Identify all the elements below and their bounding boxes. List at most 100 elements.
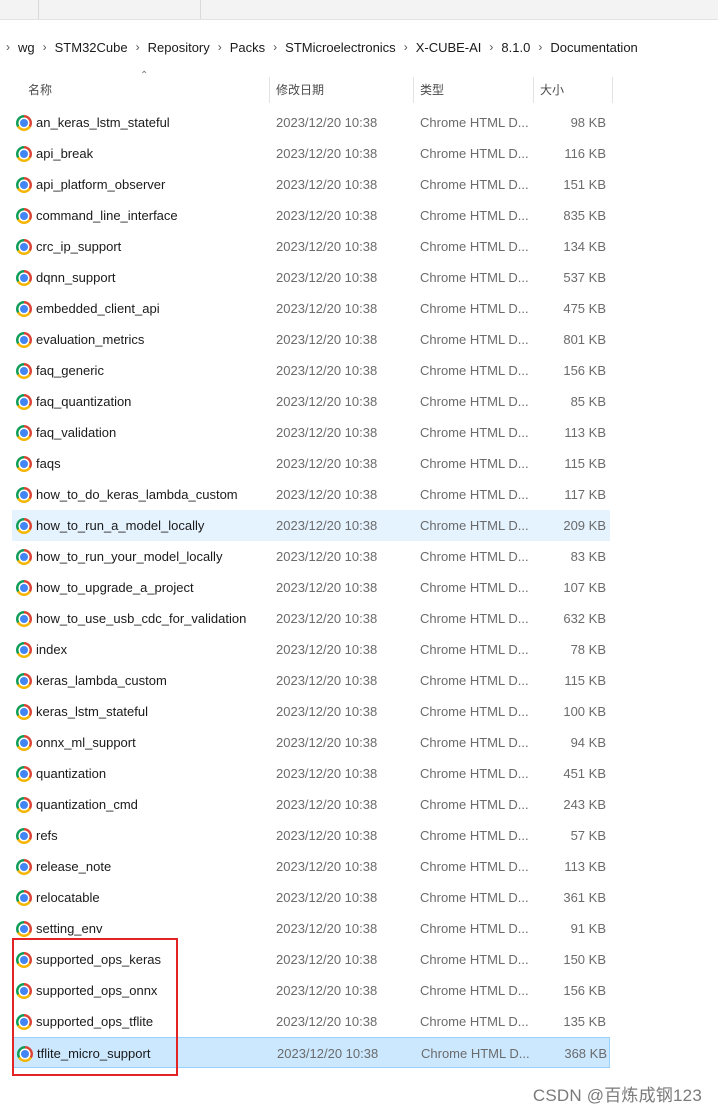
- file-row[interactable]: dqnn_support 2023/12/20 10:38 Chrome HTML …: [12, 262, 610, 293]
- chevron-right-icon[interactable]: ›: [481, 40, 501, 54]
- file-row[interactable]: faq_generic 2023/12/20 10:38 Chrome HTML D…: [12, 355, 610, 386]
- chrome-icon: [16, 115, 32, 131]
- file-size: 537 KB: [563, 270, 606, 285]
- file-name: an_keras_lstm_stateful: [36, 115, 170, 130]
- file-type: Chrome HTML D...: [420, 642, 528, 657]
- file-size: 134 KB: [563, 239, 606, 254]
- file-row[interactable]: keras_lambda_custom 2023/12/20 10:38 Chrom…: [12, 665, 610, 696]
- breadcrumb-item[interactable]: X-CUBE-AI: [416, 40, 482, 55]
- file-size: 94 KB: [570, 735, 606, 750]
- column-divider[interactable]: [612, 77, 613, 103]
- address-breadcrumb[interactable]: › wg › STM32Cube › Repository › Packs › STMicroel…: [0, 32, 718, 62]
- file-row[interactable]: an_keras_lstm_stateful 2023/12/20 10:38 Ch…: [12, 107, 610, 138]
- file-name: keras_lambda_custom: [36, 673, 167, 688]
- file-row[interactable]: embedded_client_api 2023/12/20 10:38 Chrom…: [12, 293, 610, 324]
- file-name: how_to_run_your_model_locally: [36, 549, 223, 564]
- file-row[interactable]: faqs 2023/12/20 10:38 Chrome HTML D... 115 …: [12, 448, 610, 479]
- file-row[interactable]: api_break 2023/12/20 10:38 Chrome HTML D..…: [12, 138, 610, 169]
- file-row[interactable]: relocatable 2023/12/20 10:38 Chrome HTML D…: [12, 882, 610, 913]
- chrome-icon: [16, 301, 32, 317]
- chevron-right-icon[interactable]: ›: [396, 40, 416, 54]
- file-name: evaluation_metrics: [36, 332, 145, 347]
- file-row[interactable]: how_to_run_your_model_locally 2023/12/20 …: [12, 541, 610, 572]
- file-size: 151 KB: [563, 177, 606, 192]
- file-size: 100 KB: [563, 704, 606, 719]
- file-date: 2023/12/20 10:38: [276, 673, 378, 688]
- file-row[interactable]: faq_validation 2023/12/20 10:38 Chrome HTM…: [12, 417, 610, 448]
- breadcrumb-item[interactable]: Documentation: [550, 40, 637, 55]
- chrome-icon: [16, 673, 32, 689]
- file-date: 2023/12/20 10:38: [276, 890, 378, 905]
- file-date: 2023/12/20 10:38: [276, 208, 378, 223]
- watermark: CSDN @百炼成钢123: [532, 1086, 702, 1105]
- file-row[interactable]: index 2023/12/20 10:38 Chrome HTML D... 78 …: [12, 634, 610, 665]
- column-header-type[interactable]: 类型: [420, 74, 444, 106]
- file-size: 135 KB: [563, 1014, 606, 1029]
- chevron-right-icon[interactable]: ›: [128, 40, 148, 54]
- file-date: 2023/12/20 10:38: [276, 487, 378, 502]
- file-size: 150 KB: [563, 952, 606, 967]
- breadcrumb-item[interactable]: 8.1.0: [501, 40, 530, 55]
- column-divider[interactable]: [533, 77, 534, 103]
- chevron-right-icon[interactable]: ›: [0, 40, 18, 54]
- file-name: faq_quantization: [36, 394, 132, 409]
- file-type: Chrome HTML D...: [420, 332, 528, 347]
- file-name: faq_validation: [36, 425, 117, 440]
- file-type: Chrome HTML D...: [420, 456, 528, 471]
- file-name: how_to_run_a_model_locally: [36, 518, 205, 533]
- chrome-icon: [16, 270, 32, 286]
- file-type: Chrome HTML D...: [420, 828, 528, 843]
- file-size: 117 KB: [564, 487, 606, 502]
- file-row[interactable]: release_note 2023/12/20 10:38 Chrome HTML …: [12, 851, 610, 882]
- chrome-icon: [16, 456, 32, 472]
- file-size: 113 KB: [564, 859, 606, 874]
- file-date: 2023/12/20 10:38: [276, 642, 378, 657]
- file-name: api_platform_observer: [36, 177, 166, 192]
- file-size: 156 KB: [563, 983, 606, 998]
- column-divider[interactable]: [269, 77, 270, 103]
- file-size: 57 KB: [570, 828, 606, 843]
- column-header-name[interactable]: 名称: [28, 74, 52, 106]
- file-type: Chrome HTML D...: [420, 146, 528, 161]
- breadcrumb-item[interactable]: wg: [18, 40, 35, 55]
- breadcrumb-item[interactable]: STM32Cube: [55, 40, 128, 55]
- file-row[interactable]: quantization 2023/12/20 10:38 Chrome HTML …: [12, 758, 610, 789]
- column-divider[interactable]: [413, 77, 414, 103]
- file-row[interactable]: how_to_upgrade_a_project 2023/12/20 10:38…: [12, 572, 610, 603]
- file-row[interactable]: faq_quantization 2023/12/20 10:38 Chrome H…: [12, 386, 610, 417]
- file-row[interactable]: api_platform_observer 2023/12/20 10:38 Chr…: [12, 169, 610, 200]
- file-row[interactable]: quantization_cmd 2023/12/20 10:38 Chrome H…: [12, 789, 610, 820]
- breadcrumb-item[interactable]: Packs: [230, 40, 265, 55]
- file-size: 801 KB: [563, 332, 606, 347]
- breadcrumb-item[interactable]: Repository: [148, 40, 210, 55]
- file-type: Chrome HTML D...: [420, 301, 528, 316]
- file-row[interactable]: evaluation_metrics 2023/12/20 10:38 Chrome…: [12, 324, 610, 355]
- file-type: Chrome HTML D...: [420, 177, 528, 192]
- chevron-right-icon[interactable]: ›: [265, 40, 285, 54]
- file-type: Chrome HTML D...: [420, 115, 528, 130]
- file-size: 115 KB: [564, 456, 606, 471]
- column-header-date[interactable]: 修改日期: [276, 74, 324, 106]
- chevron-right-icon[interactable]: ›: [530, 40, 550, 54]
- file-name: faqs: [36, 456, 61, 471]
- file-type: Chrome HTML D...: [420, 890, 528, 905]
- file-type: Chrome HTML D...: [420, 983, 528, 998]
- file-date: 2023/12/20 10:38: [276, 270, 378, 285]
- chevron-right-icon[interactable]: ›: [210, 40, 230, 54]
- file-row[interactable]: how_to_do_keras_lambda_custom 2023/12/20 …: [12, 479, 610, 510]
- file-row[interactable]: how_to_run_a_model_locally 2023/12/20 10:…: [12, 510, 610, 541]
- file-row[interactable]: refs 2023/12/20 10:38 Chrome HTML D... 57 K…: [12, 820, 610, 851]
- file-row[interactable]: keras_lstm_stateful 2023/12/20 10:38 Chrom…: [12, 696, 610, 727]
- chrome-icon: [16, 177, 32, 193]
- file-type: Chrome HTML D...: [420, 270, 528, 285]
- file-date: 2023/12/20 10:38: [276, 239, 378, 254]
- column-header-size[interactable]: 大小: [540, 74, 564, 106]
- chevron-right-icon[interactable]: ›: [35, 40, 55, 54]
- file-row[interactable]: how_to_use_usb_cdc_for_validation 2023/12…: [12, 603, 610, 634]
- file-date: 2023/12/20 10:38: [276, 549, 378, 564]
- file-row[interactable]: onnx_ml_support 2023/12/20 10:38 Chrome HT…: [12, 727, 610, 758]
- file-row[interactable]: crc_ip_support 2023/12/20 10:38 Chrome HTM…: [12, 231, 610, 262]
- file-row[interactable]: command_line_interface 2023/12/20 10:38 Ch…: [12, 200, 610, 231]
- breadcrumb-item[interactable]: STMicroelectronics: [285, 40, 396, 55]
- file-name: crc_ip_support: [36, 239, 122, 254]
